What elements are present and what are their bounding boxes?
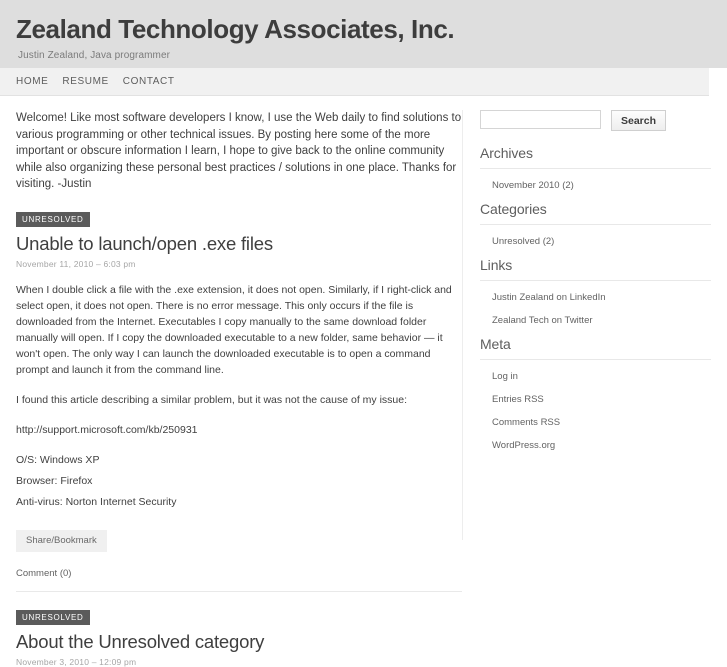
page-layout: Welcome! Like most software developers I… (0, 96, 727, 667)
nav-link-home[interactable]: HOME (16, 76, 62, 87)
comment-link[interactable]: Comment (0) (16, 568, 71, 579)
post-item: UNRESOLVED Unable to launch/open .exe fi… (16, 209, 462, 579)
post-paragraph: I found this article describing a simila… (16, 393, 408, 406)
search-input[interactable] (480, 110, 601, 129)
widget-list: Log in Entries RSS Comments RSS WordPres… (480, 360, 711, 453)
post-spec-antivirus: Anti-virus: Norton Internet Security (16, 495, 177, 508)
nav-list: HOME RESUME CONTACT (0, 68, 709, 95)
post-date: November 3, 2010 – 12:09 pm (16, 657, 137, 667)
widget-title: Links (480, 257, 711, 281)
widget-title: Meta (480, 336, 711, 360)
post-date: November 11, 2010 – 6:03 pm (16, 258, 136, 269)
widget-links: Links Justin Zealand on LinkedIn Zealand… (480, 257, 711, 328)
sidebar: Search Archives November 2010 (2) Catego… (462, 110, 711, 540)
widget-archives: Archives November 2010 (2) (480, 145, 711, 193)
share-bookmark-button[interactable]: Share/Bookmark (16, 529, 107, 553)
list-item[interactable]: Unresolved (2) (492, 231, 711, 249)
site-header: Zealand Technology Associates, Inc. Just… (0, 0, 727, 68)
meta-comments-rss-link[interactable]: Comments RSS (492, 417, 560, 428)
list-item[interactable]: Comments RSS (492, 412, 711, 430)
post-title: About the Unresolved category (16, 631, 462, 652)
post-title-link[interactable]: Unable to launch/open .exe files (16, 233, 273, 254)
category-badge[interactable]: UNRESOLVED (16, 211, 90, 227)
post-external-link: http://support.microsoft.com/kb/250931 (16, 422, 462, 438)
widget-categories: Categories Unresolved (2) (480, 201, 711, 249)
post-spec-os: O/S: Windows XP (16, 453, 100, 466)
widget-title: Categories (480, 201, 711, 225)
link-linkedin[interactable]: Justin Zealand on LinkedIn (492, 292, 606, 303)
site-tagline: Justin Zealand, Java programmer (18, 50, 171, 62)
widget-list: Unresolved (2) (480, 225, 711, 249)
nav-link-contact[interactable]: CONTACT (123, 76, 189, 87)
widget-list: Justin Zealand on LinkedIn Zealand Tech … (480, 281, 711, 328)
widget-meta: Meta Log in Entries RSS Comments RSS Wor… (480, 336, 711, 453)
widget-list: November 2010 (2) (480, 169, 711, 193)
list-item[interactable]: Zealand Tech on Twitter (492, 310, 711, 328)
widget-title: Archives (480, 145, 711, 169)
primary-navigation: HOME RESUME CONTACT (0, 68, 709, 96)
nav-link-resume[interactable]: RESUME (62, 76, 122, 87)
post-title: Unable to launch/open .exe files (16, 233, 462, 254)
post-title-link[interactable]: About the Unresolved category (16, 631, 264, 652)
list-item[interactable]: WordPress.org (492, 435, 711, 453)
intro-paragraph: Welcome! Like most software developers I… (16, 112, 462, 190)
search-form: Search (480, 110, 711, 131)
post-paragraph: When I double click a file with the .exe… (16, 283, 452, 376)
list-item[interactable]: Entries RSS (492, 389, 711, 407)
search-button[interactable]: Search (611, 110, 667, 131)
site-title: Zealand Technology Associates, Inc. (16, 14, 455, 44)
meta-entries-rss-link[interactable]: Entries RSS (492, 394, 544, 405)
support-article-link[interactable]: http://support.microsoft.com/kb/250931 (16, 424, 198, 436)
meta-wordpress-link[interactable]: WordPress.org (492, 440, 555, 451)
nav-item-contact[interactable]: CONTACT (123, 76, 189, 87)
post-item: UNRESOLVED About the Unresolved category… (16, 591, 462, 667)
meta-login-link[interactable]: Log in (492, 371, 518, 382)
list-item[interactable]: Log in (492, 366, 711, 384)
category-badge[interactable]: UNRESOLVED (16, 610, 90, 626)
comment-count: Comment (0) (16, 568, 462, 579)
link-twitter[interactable]: Zealand Tech on Twitter (492, 315, 593, 326)
nav-item-home[interactable]: HOME (16, 76, 62, 87)
nav-item-resume[interactable]: RESUME (62, 76, 122, 87)
list-item[interactable]: November 2010 (2) (492, 175, 711, 193)
main-content: Welcome! Like most software developers I… (0, 110, 462, 667)
category-link[interactable]: Unresolved (2) (492, 236, 554, 247)
post-spec-browser: Browser: Firefox (16, 474, 93, 487)
list-item[interactable]: Justin Zealand on LinkedIn (492, 287, 711, 305)
post-body: When I double click a file with the .exe… (16, 282, 462, 510)
archive-link[interactable]: November 2010 (2) (492, 180, 574, 191)
